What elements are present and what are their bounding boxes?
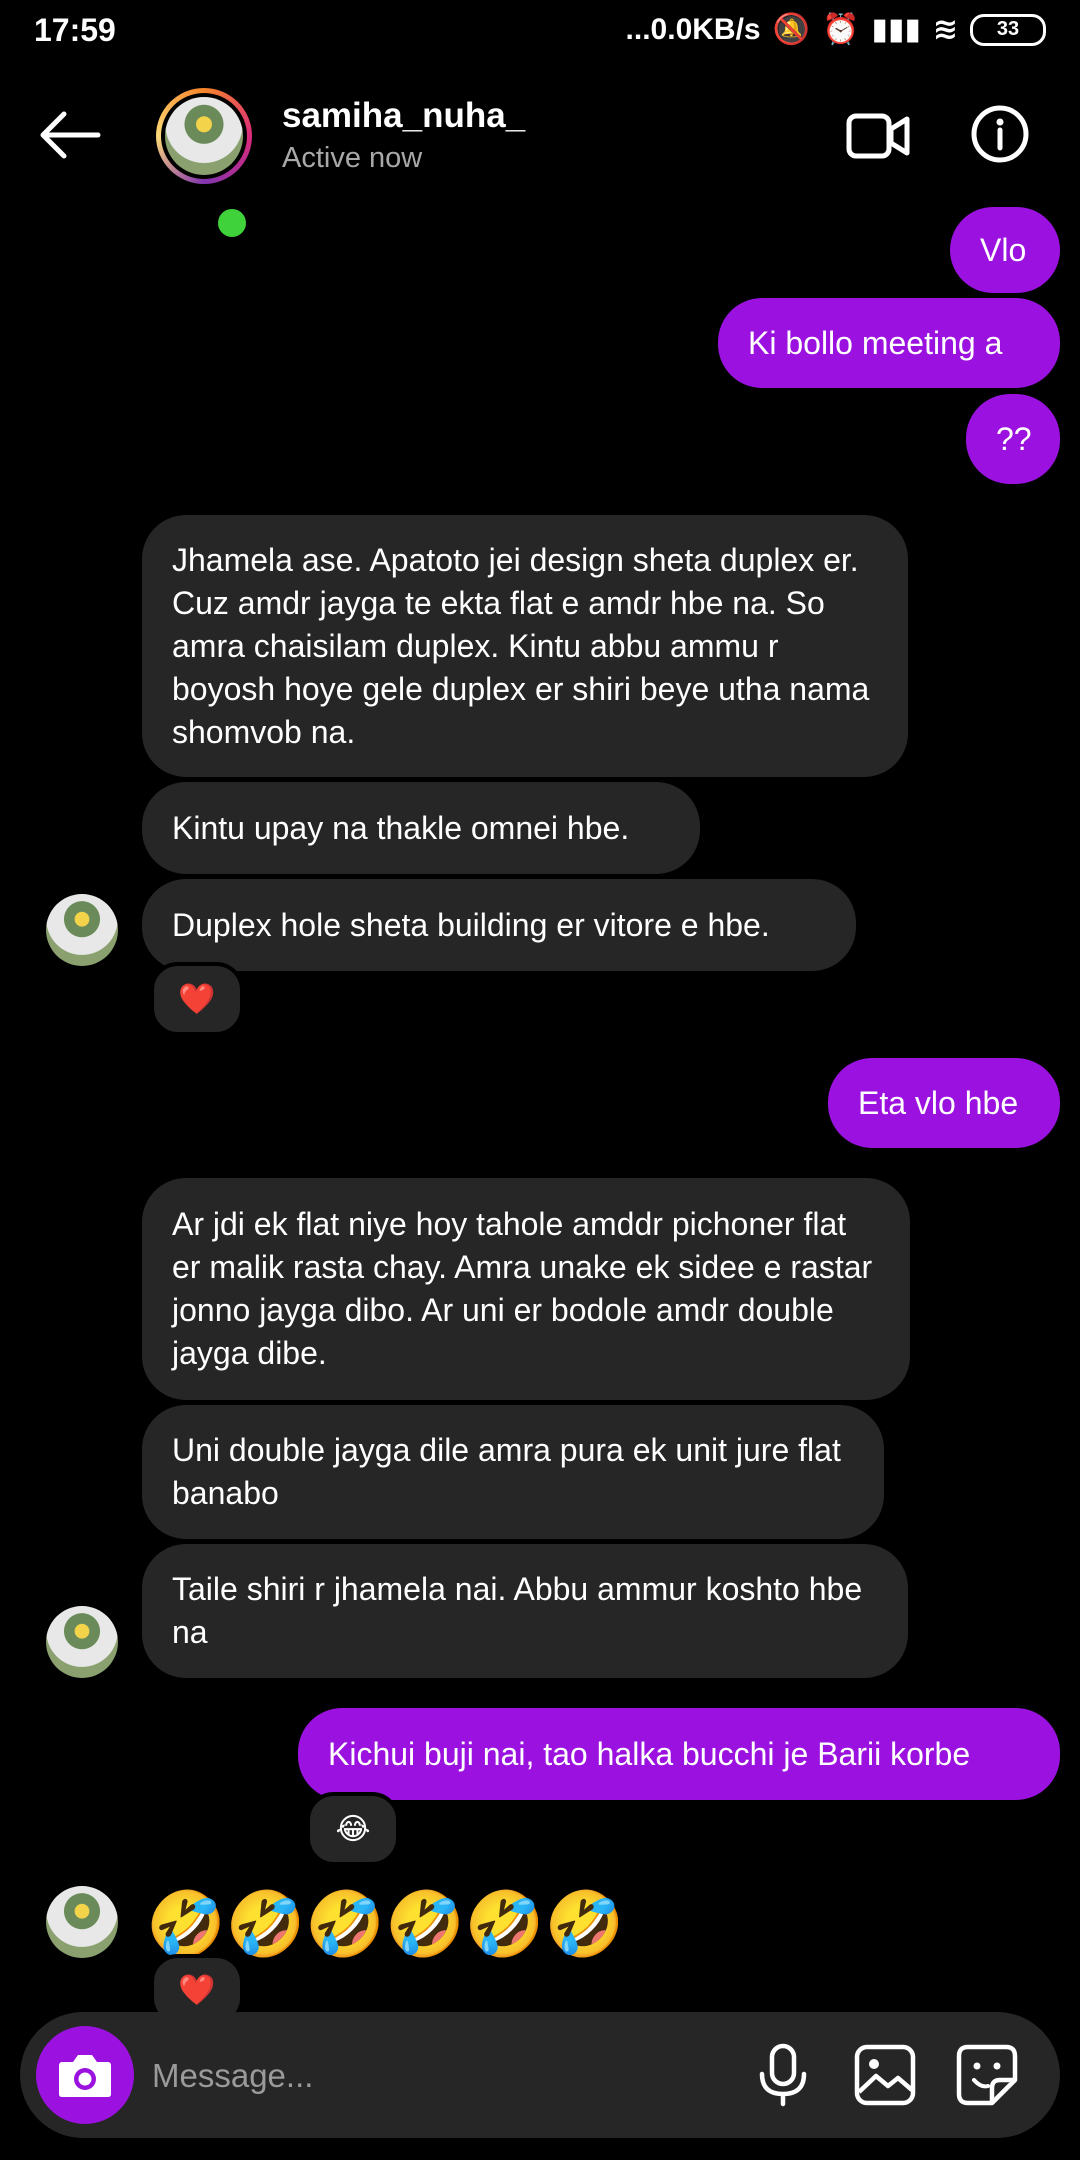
sender-avatar[interactable] <box>46 1886 118 1958</box>
camera-icon <box>59 2055 111 2097</box>
camera-button[interactable] <box>36 2026 134 2124</box>
sender-avatar[interactable] <box>46 894 118 966</box>
message-text: Duplex hole sheta building er vitore e h… <box>172 906 770 943</box>
message-text: Jhamela ase. Apatoto jei design sheta du… <box>172 541 870 750</box>
message-input[interactable] <box>150 2040 714 2112</box>
reaction-emoji: ❤️ <box>178 1973 216 2007</box>
network-speed: ...0.0KB/s <box>625 12 761 46</box>
back-arrow-icon[interactable] <box>38 110 102 160</box>
chat-header: samiha_nuha_ Active now <box>0 62 1080 242</box>
message-sent[interactable]: ?? <box>966 394 1060 484</box>
sticker-icon[interactable] <box>954 2042 1020 2108</box>
battery-level: 33 <box>996 18 1020 40</box>
avatar-image <box>165 97 243 175</box>
reaction-emoji: ❤️ <box>178 982 216 1016</box>
info-icon[interactable] <box>970 104 1030 164</box>
reaction-emoji: 😂 <box>335 1812 371 1846</box>
avatar[interactable] <box>156 88 252 184</box>
message-sent[interactable]: Vlo <box>950 207 1060 293</box>
message-composer <box>20 2012 1060 2138</box>
online-indicator <box>213 204 251 242</box>
microphone-icon[interactable] <box>750 2042 816 2108</box>
message-received[interactable]: Jhamela ase. Apatoto jei design sheta du… <box>142 515 908 777</box>
contact-username[interactable]: samiha_nuha_ <box>282 96 525 136</box>
message-text: ?? <box>996 420 1032 457</box>
status-bar: 17:59 ...0.0KB/s 🔕 ⏰ ▮▮▮ ≋ 33 <box>0 0 1080 62</box>
mute-icon: 🔕 <box>772 13 810 46</box>
emoji-message[interactable]: 🤣🤣🤣🤣🤣🤣 <box>146 1884 624 1964</box>
message-sent[interactable]: Kichui buji nai, tao halka bucchi je Bar… <box>298 1708 1060 1800</box>
message-received[interactable]: Uni double jayga dile amra pura ek unit … <box>142 1405 884 1539</box>
message-sent[interactable]: Ki bollo meeting a <box>718 298 1060 388</box>
alarm-icon: ⏰ <box>821 13 860 46</box>
contact-status: Active now <box>282 142 423 174</box>
message-text: Ki bollo meeting a <box>748 324 1003 361</box>
message-sent[interactable]: Eta vlo hbe <box>828 1058 1060 1148</box>
message-received[interactable]: Ar jdi ek flat niye hoy tahole amddr pic… <box>142 1178 910 1400</box>
message-text: Kintu upay na thakle omnei hbe. <box>172 809 630 846</box>
message-received[interactable]: Duplex hole sheta building er vitore e h… <box>142 879 856 971</box>
gallery-icon[interactable] <box>852 2042 918 2108</box>
wifi-icon: ≋ <box>932 13 958 46</box>
video-call-icon[interactable] <box>846 110 910 162</box>
message-text: Eta vlo hbe <box>858 1084 1019 1121</box>
reaction-badge[interactable]: ❤️ <box>150 962 244 1036</box>
battery-icon: 33 <box>970 13 1046 46</box>
reaction-badge[interactable]: 😂 <box>306 1792 400 1866</box>
message-text: Ar jdi ek flat niye hoy tahole amddr pic… <box>172 1206 873 1371</box>
message-text: Kichui buji nai, tao halka bucchi je Bar… <box>328 1735 971 1772</box>
status-icons: ...0.0KB/s 🔕 ⏰ ▮▮▮ ≋ 33 <box>626 12 1046 47</box>
message-text: 🤣🤣🤣🤣🤣🤣 <box>146 1888 625 1960</box>
signal-icon: ▮▮▮ <box>871 13 921 46</box>
sender-avatar[interactable] <box>46 1606 118 1678</box>
message-received[interactable]: Taile shiri r jhamela nai. Abbu ammur ko… <box>142 1544 908 1678</box>
message-text: Vlo <box>980 231 1027 268</box>
message-text: Taile shiri r jhamela nai. Abbu ammur ko… <box>172 1571 863 1650</box>
message-text: Uni double jayga dile amra pura ek unit … <box>172 1432 841 1511</box>
message-received[interactable]: Kintu upay na thakle omnei hbe. <box>142 782 700 874</box>
status-time: 17:59 <box>34 12 116 48</box>
